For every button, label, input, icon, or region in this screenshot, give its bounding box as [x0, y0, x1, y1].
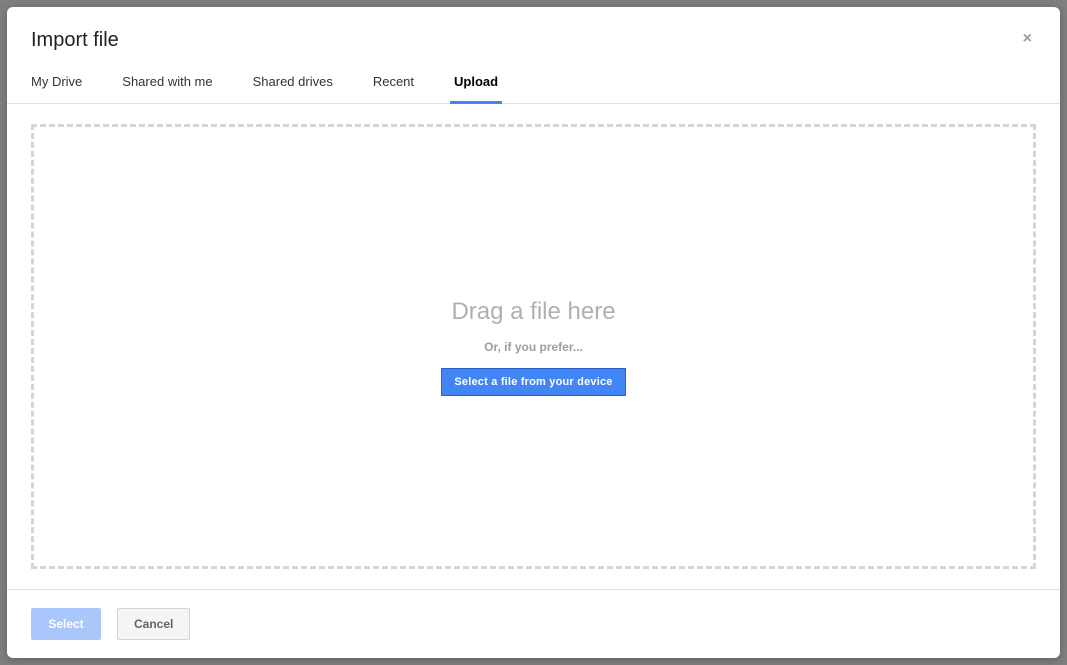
- tabs-bar: My Drive Shared with me Shared drives Re…: [7, 60, 1060, 104]
- tab-shared-drives[interactable]: Shared drives: [253, 60, 333, 103]
- select-file-from-device-button[interactable]: Select a file from your device: [441, 368, 625, 396]
- tab-label: Shared drives: [253, 74, 333, 89]
- file-dropzone[interactable]: Drag a file here Or, if you prefer... Se…: [31, 124, 1036, 569]
- close-icon[interactable]: ×: [1019, 29, 1036, 49]
- tab-upload[interactable]: Upload: [454, 60, 498, 103]
- dialog-body: Drag a file here Or, if you prefer... Se…: [7, 104, 1060, 589]
- tab-label: Recent: [373, 74, 414, 89]
- tab-my-drive[interactable]: My Drive: [31, 60, 82, 103]
- cancel-button[interactable]: Cancel: [117, 608, 190, 640]
- tab-recent[interactable]: Recent: [373, 60, 414, 103]
- tab-shared-with-me[interactable]: Shared with me: [122, 60, 212, 103]
- tab-label: Shared with me: [122, 74, 212, 89]
- dialog-title: Import file: [31, 29, 119, 52]
- or-prefer-text: Or, if you prefer...: [484, 340, 583, 354]
- dialog-header: Import file ×: [7, 7, 1060, 60]
- tab-label: Upload: [454, 74, 498, 89]
- import-file-dialog: Import file × My Drive Shared with me Sh…: [7, 7, 1060, 658]
- tab-label: My Drive: [31, 74, 82, 89]
- dialog-footer: Select Cancel: [7, 589, 1060, 658]
- drag-file-text: Drag a file here: [451, 298, 615, 326]
- select-button[interactable]: Select: [31, 608, 101, 640]
